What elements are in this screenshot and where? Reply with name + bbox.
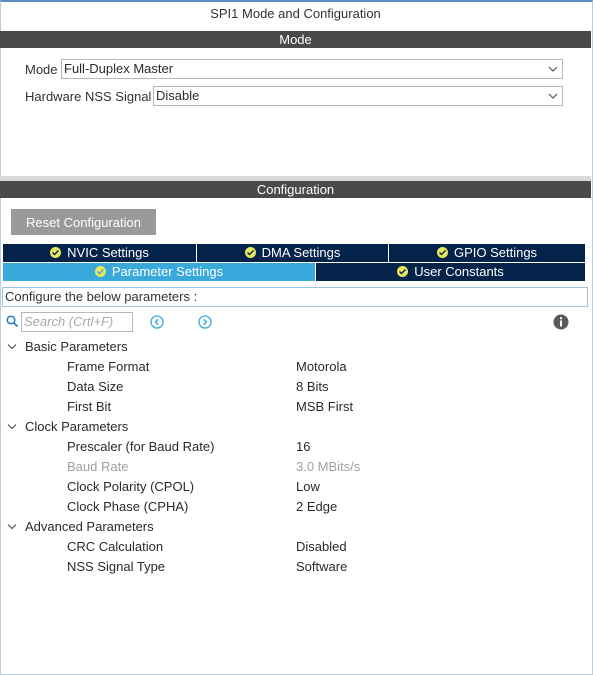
group-clock-parameters[interactable]: Clock Parameters [25,419,128,434]
param-crc-calculation-value[interactable]: Disabled [296,539,347,554]
group-advanced-parameters[interactable]: Advanced Parameters [25,519,154,534]
param-nss-signal-type[interactable]: NSS Signal Type [67,559,165,574]
tab-parameter-label: Parameter Settings [111,264,224,279]
mode-label: Mode [25,62,58,77]
search-icon [6,315,19,328]
nss-label: Hardware NSS Signal [25,89,152,104]
parameters-description: Configure the below parameters : [2,287,588,307]
chevron-down-icon [548,93,558,99]
prev-icon[interactable] [150,315,164,329]
window-title: SPI1 Mode and Configuration [210,6,381,21]
param-data-size[interactable]: Data Size [67,379,123,394]
tab-dma-label: DMA Settings [261,245,341,260]
param-crc-calculation[interactable]: CRC Calculation [67,539,163,554]
param-cpol-value[interactable]: Low [296,479,320,494]
param-prescaler-value[interactable]: 16 [296,439,310,454]
tab-user-constants[interactable]: User Constants [316,263,585,281]
param-first-bit-value[interactable]: MSB First [296,399,353,414]
reset-configuration-button[interactable]: Reset Configuration [11,209,156,235]
mode-header: Mode [0,31,591,48]
info-icon[interactable] [553,314,569,330]
check-circle-icon [50,247,62,258]
check-circle-icon [244,247,256,258]
check-circle-icon [397,266,409,277]
tab-user-constants-label: User Constants [414,264,504,279]
mode-select-value: Full-Duplex Master [64,61,174,76]
nss-select-value: Disable [156,88,200,103]
param-data-size-value[interactable]: 8 Bits [296,379,329,394]
chevron-down-icon [548,66,558,72]
mode-select[interactable]: Full-Duplex Master [61,59,563,79]
tab-nvic-settings[interactable]: NVIC Settings [3,244,197,262]
tab-dma-settings[interactable]: DMA Settings [197,244,389,262]
check-circle-icon [436,247,448,258]
check-circle-icon [94,266,106,277]
param-baud-rate-value: 3.0 MBits/s [296,459,361,474]
param-cpha-value[interactable]: 2 Edge [296,499,337,514]
param-cpha[interactable]: Clock Phase (CPHA) [67,499,188,514]
param-nss-signal-type-value[interactable]: Software [296,559,347,574]
search-input[interactable]: Search (Crtl+F) [21,312,133,332]
collapse-chevron-icon[interactable] [7,523,17,531]
collapse-chevron-icon[interactable] [7,343,17,351]
param-frame-format-value[interactable]: Motorola [296,359,347,374]
nss-select[interactable]: Disable [153,86,563,106]
next-icon[interactable] [198,315,212,329]
param-prescaler[interactable]: Prescaler (for Baud Rate) [67,439,214,454]
tab-gpio-label: GPIO Settings [453,245,538,260]
tab-nvic-label: NVIC Settings [67,245,149,260]
configuration-header: Configuration [0,176,591,198]
tab-parameter-settings[interactable]: Parameter Settings [3,263,316,281]
param-baud-rate: Baud Rate [67,459,129,474]
param-cpol[interactable]: Clock Polarity (CPOL) [67,479,194,494]
collapse-chevron-icon[interactable] [7,423,17,431]
param-frame-format[interactable]: Frame Format [67,359,149,374]
param-first-bit[interactable]: First Bit [67,399,111,414]
group-basic-parameters[interactable]: Basic Parameters [25,339,128,354]
tab-gpio-settings[interactable]: GPIO Settings [389,244,585,262]
